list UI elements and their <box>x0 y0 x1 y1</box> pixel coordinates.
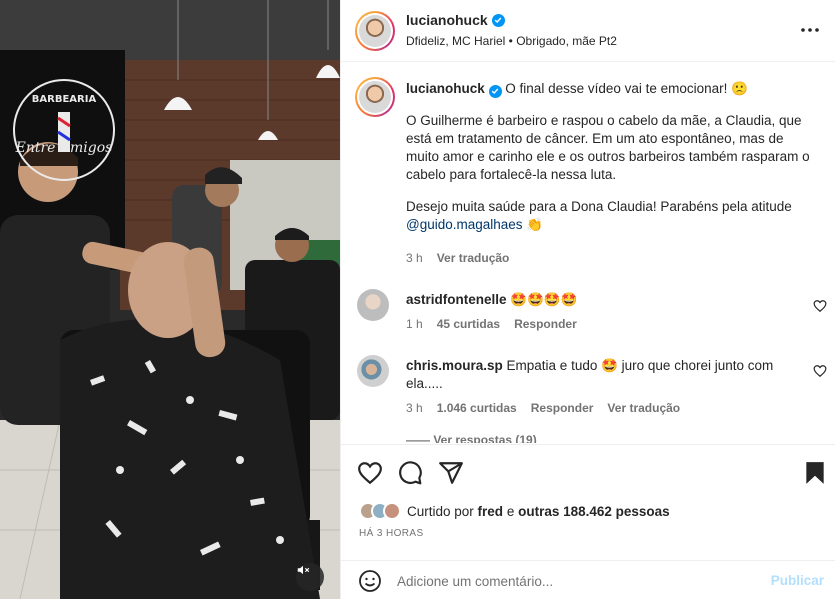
comment-likes-count[interactable]: 1.046 curtidas <box>437 401 517 415</box>
caption-time[interactable]: 3 h <box>406 251 423 265</box>
comment-likes-count[interactable]: 45 curtidas <box>437 317 500 331</box>
caption-line1: O final desse vídeo vai te emocionar! 🙁 <box>505 81 748 96</box>
comment-translate-link[interactable]: Ver tradução <box>607 401 680 415</box>
post-time[interactable]: HÁ 3 HORAS <box>359 528 424 539</box>
instagram-post-view: BARBEARIA Entre Amigos lucianohuck Dfide… <box>0 0 835 599</box>
caption-username[interactable]: lucianohuck <box>406 81 485 96</box>
audio-track-link[interactable]: Dfideliz, MC Hariel • Obrigado, mãe Pt2 <box>406 34 617 48</box>
author-avatar-image <box>359 15 391 47</box>
liker-avatar <box>383 502 401 520</box>
caption-translate-link[interactable]: Ver tradução <box>437 251 510 265</box>
likes-summary: Curtido por fred e outras 188.462 pessoa… <box>359 502 670 520</box>
commenter-avatar[interactable] <box>357 355 389 387</box>
comment-input[interactable] <box>397 571 757 591</box>
verified-badge-icon <box>491 13 505 27</box>
view-replies-link[interactable]: —— Ver respostas (19) <box>406 433 537 443</box>
reply-button[interactable]: Responder <box>531 401 594 415</box>
likes-text: Curtido por fred e outras 188.462 pessoa… <box>407 504 670 519</box>
clap-emoji: 👏 <box>522 217 544 232</box>
comments-section[interactable]: lucianohuck O final desse vídeo vai te e… <box>341 63 835 443</box>
comment-meta: 3 h 1.046 curtidas Responder Ver traduçã… <box>406 401 680 415</box>
post-actions-section: Curtido por fred e outras 188.462 pessoa… <box>341 444 835 599</box>
mute-button[interactable] <box>296 563 324 591</box>
save-bookmark-icon[interactable] <box>802 460 828 486</box>
caption-paragraph-2: O Guilherme é barbeiro e raspou o cabelo… <box>406 113 810 182</box>
commenter-username[interactable]: chris.moura.sp <box>406 358 503 373</box>
more-options-button[interactable] <box>798 18 822 42</box>
share-paper-plane-icon[interactable] <box>438 460 464 486</box>
comment-bubble-icon[interactable] <box>397 460 423 486</box>
commenter-avatar[interactable] <box>357 289 389 321</box>
sign-top-text: BARBEARIA <box>32 94 97 105</box>
mention-link[interactable]: @guido.magalhaes <box>406 217 523 232</box>
comment-text: chris.moura.sp Empatia e tudo 🤩 juro que… <box>406 357 786 393</box>
caption-avatar-image <box>359 81 391 113</box>
caption-verified-badge-icon <box>488 84 502 98</box>
likes-prefix: Curtido por <box>407 503 478 519</box>
comment-time[interactable]: 1 h <box>406 317 423 331</box>
more-horizontal-icon <box>801 28 819 32</box>
likes-middle: e <box>503 503 519 519</box>
add-comment-bar: Publicar <box>341 560 835 599</box>
emoji-smiley-icon[interactable] <box>358 569 382 593</box>
comment-text: astridfontenelle 🤩🤩🤩🤩 <box>406 291 786 309</box>
liker-username[interactable]: fred <box>478 504 504 519</box>
comment-like-heart-icon[interactable] <box>813 299 827 313</box>
post-details-panel: lucianohuck Dfideliz, MC Hariel • Obriga… <box>340 0 835 599</box>
caption-paragraph-3-text: Desejo muita saúde para a Dona Claudia! … <box>406 199 792 214</box>
comment-like-heart-icon[interactable] <box>813 364 827 378</box>
post-caption: lucianohuck O final desse vídeo vai te e… <box>406 80 818 234</box>
caption-meta: 3 h Ver tradução <box>406 251 509 265</box>
like-heart-icon[interactable] <box>357 460 383 486</box>
post-header: lucianohuck Dfideliz, MC Hariel • Obriga… <box>341 0 835 62</box>
caption-author-avatar[interactable] <box>355 77 395 117</box>
author-avatar[interactable] <box>355 11 395 51</box>
author-username[interactable]: lucianohuck <box>406 12 488 28</box>
comment-time[interactable]: 3 h <box>406 401 423 415</box>
speaker-muted-icon <box>297 565 310 575</box>
reply-button[interactable]: Responder <box>514 317 577 331</box>
author-username-row: lucianohuck <box>406 12 505 28</box>
video-frame: BARBEARIA Entre Amigos <box>0 0 340 599</box>
comment-meta: 1 h 45 curtidas Responder <box>406 317 577 331</box>
post-video[interactable]: BARBEARIA Entre Amigos <box>0 0 340 599</box>
likes-others-link[interactable]: outras 188.462 pessoas <box>518 504 670 519</box>
publish-button[interactable]: Publicar <box>771 573 824 588</box>
commenter-username[interactable]: astridfontenelle <box>406 292 507 307</box>
caption-paragraph-3: Desejo muita saúde para a Dona Claudia! … <box>406 198 818 234</box>
comment-body: 🤩🤩🤩🤩 <box>506 292 578 307</box>
